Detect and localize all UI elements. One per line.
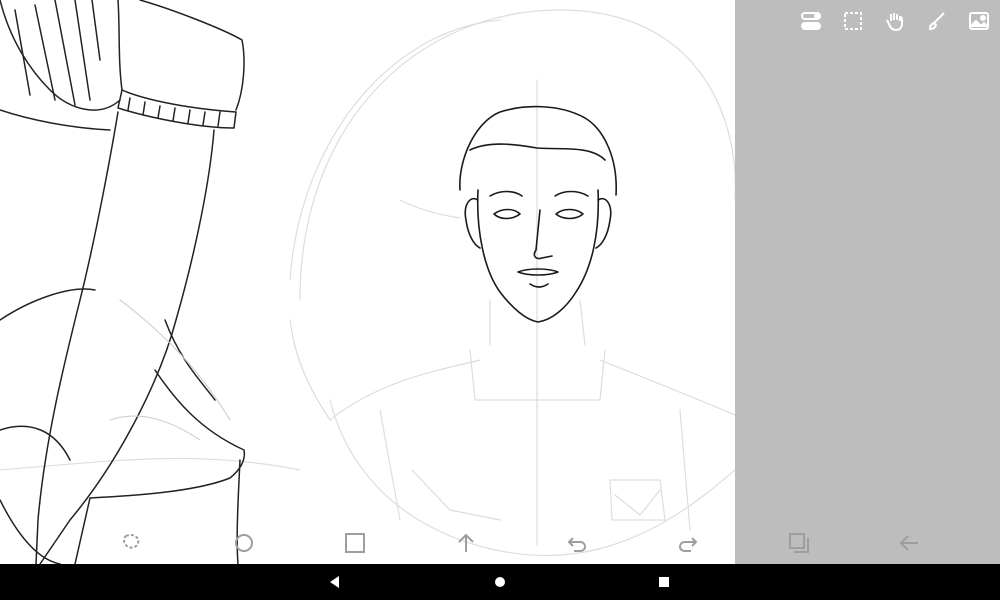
- redo-button[interactable]: [674, 529, 702, 557]
- drawing-canvas[interactable]: [0, 0, 735, 564]
- top-toolbar: [798, 8, 992, 34]
- layers-toggle-button[interactable]: [798, 8, 824, 34]
- system-back-button[interactable]: [325, 572, 345, 592]
- lasso-tool-button[interactable]: [118, 529, 146, 557]
- selection-icon: [844, 12, 862, 30]
- rectangle-icon: [345, 533, 365, 553]
- back-arrow-icon: [899, 535, 918, 551]
- back-button[interactable]: [895, 529, 923, 557]
- hand-tool-button[interactable]: [882, 8, 908, 34]
- rectangle-tool-button[interactable]: [341, 529, 369, 557]
- transform-up-button[interactable]: [452, 529, 480, 557]
- sketch-artwork: [0, 0, 735, 564]
- image-button[interactable]: [966, 8, 992, 34]
- selection-button[interactable]: [840, 8, 866, 34]
- back-triangle-icon: [330, 576, 339, 588]
- layers-toggle-icon: [801, 12, 821, 30]
- arrow-up-icon: [458, 533, 474, 552]
- bottom-toolbar: [0, 525, 735, 561]
- brush-button[interactable]: [924, 8, 950, 34]
- home-circle-icon: [495, 577, 505, 587]
- system-home-button[interactable]: [490, 572, 510, 592]
- layers-icon: [789, 533, 809, 553]
- lasso-icon: [122, 533, 140, 549]
- ellipse-icon: [235, 534, 253, 552]
- hand-tool-icon: [886, 13, 903, 32]
- layers-button[interactable]: [785, 529, 813, 557]
- redo-icon: [678, 537, 698, 552]
- system-navigation-bar: [0, 564, 1000, 600]
- side-panel: [735, 0, 1000, 564]
- brush-icon: [928, 12, 945, 31]
- recents-square-icon: [659, 577, 669, 587]
- ellipse-tool-button[interactable]: [230, 529, 258, 557]
- undo-button[interactable]: [563, 529, 591, 557]
- undo-icon: [567, 537, 587, 552]
- image-icon: [969, 12, 989, 30]
- system-recents-button[interactable]: [654, 572, 674, 592]
